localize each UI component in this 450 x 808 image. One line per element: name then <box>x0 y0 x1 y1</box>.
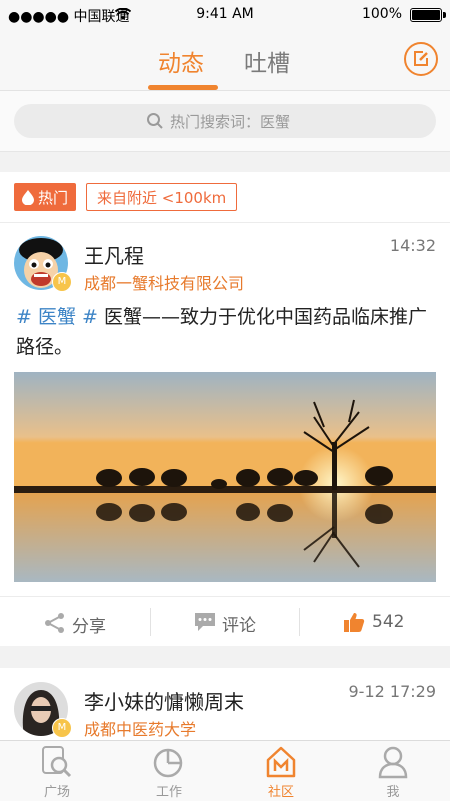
tab-label: 工作 <box>155 785 182 800</box>
flame-icon <box>22 190 34 205</box>
status-bar: ●●●●● 中国联通 9:41 AM 100% <box>0 0 450 30</box>
hot-filter-tag[interactable]: 热门 <box>14 183 76 211</box>
thumbs-up-icon <box>344 613 365 632</box>
post-hashtag[interactable]: # 医蟹 # <box>16 306 98 328</box>
divider <box>150 608 151 636</box>
share-icon <box>45 613 64 633</box>
tab-work[interactable]: 工作 <box>124 741 214 801</box>
member-badge: M <box>52 718 72 738</box>
pie-chart-icon <box>153 748 183 778</box>
post-organization: 成都中医药大学 <box>84 720 197 739</box>
tab-rant[interactable]: 吐槽 <box>244 44 290 78</box>
tab-label: 我 <box>386 785 400 800</box>
divider <box>0 596 450 597</box>
compose-button[interactable] <box>404 42 438 76</box>
divider <box>0 222 450 223</box>
tab-feed[interactable]: 动态 <box>158 44 204 78</box>
post-author[interactable]: 李小妹的慵懒周末 <box>84 686 244 715</box>
tab-plaza[interactable]: 广场 <box>12 741 102 801</box>
like-count: 542 <box>372 612 405 632</box>
active-tab-indicator <box>148 85 218 90</box>
search-magnifier-icon <box>42 746 72 778</box>
tab-me[interactable]: 我 <box>348 741 438 801</box>
post-image[interactable] <box>14 372 436 582</box>
post-author[interactable]: 王凡程 <box>84 240 144 269</box>
tab-label: 广场 <box>43 785 70 800</box>
post-time: 9-12 17:29 <box>348 682 436 701</box>
tab-community[interactable]: 社区 <box>236 741 326 801</box>
top-header: 动态 吐槽 <box>0 30 450 91</box>
share-label: 分享 <box>72 617 106 637</box>
comment-icon <box>195 613 215 631</box>
post-text: # 医蟹 # 医蟹——致力于优化中国药品临床推广路径。 <box>16 302 440 362</box>
hot-tag-label: 热门 <box>38 189 69 207</box>
post-time: 14:32 <box>389 236 436 255</box>
comment-label: 评论 <box>222 616 256 636</box>
bottom-tab-bar: 广场 工作 社区 我 <box>0 740 450 801</box>
battery-icon <box>410 8 446 22</box>
edit-icon <box>414 51 428 66</box>
person-icon <box>378 746 408 779</box>
search-icon <box>147 113 163 129</box>
tab-label: 社区 <box>267 785 294 800</box>
battery-percent: 100% <box>361 6 402 22</box>
member-badge: M <box>52 272 72 292</box>
search-placeholder: 热门搜索词：医蟹 <box>170 113 291 131</box>
post-organization: 成都一蟹科技有限公司 <box>84 274 245 293</box>
divider <box>299 608 300 636</box>
nearby-filter-tag[interactable]: 来自附近 <100km <box>86 183 238 211</box>
house-m-icon <box>266 746 296 778</box>
